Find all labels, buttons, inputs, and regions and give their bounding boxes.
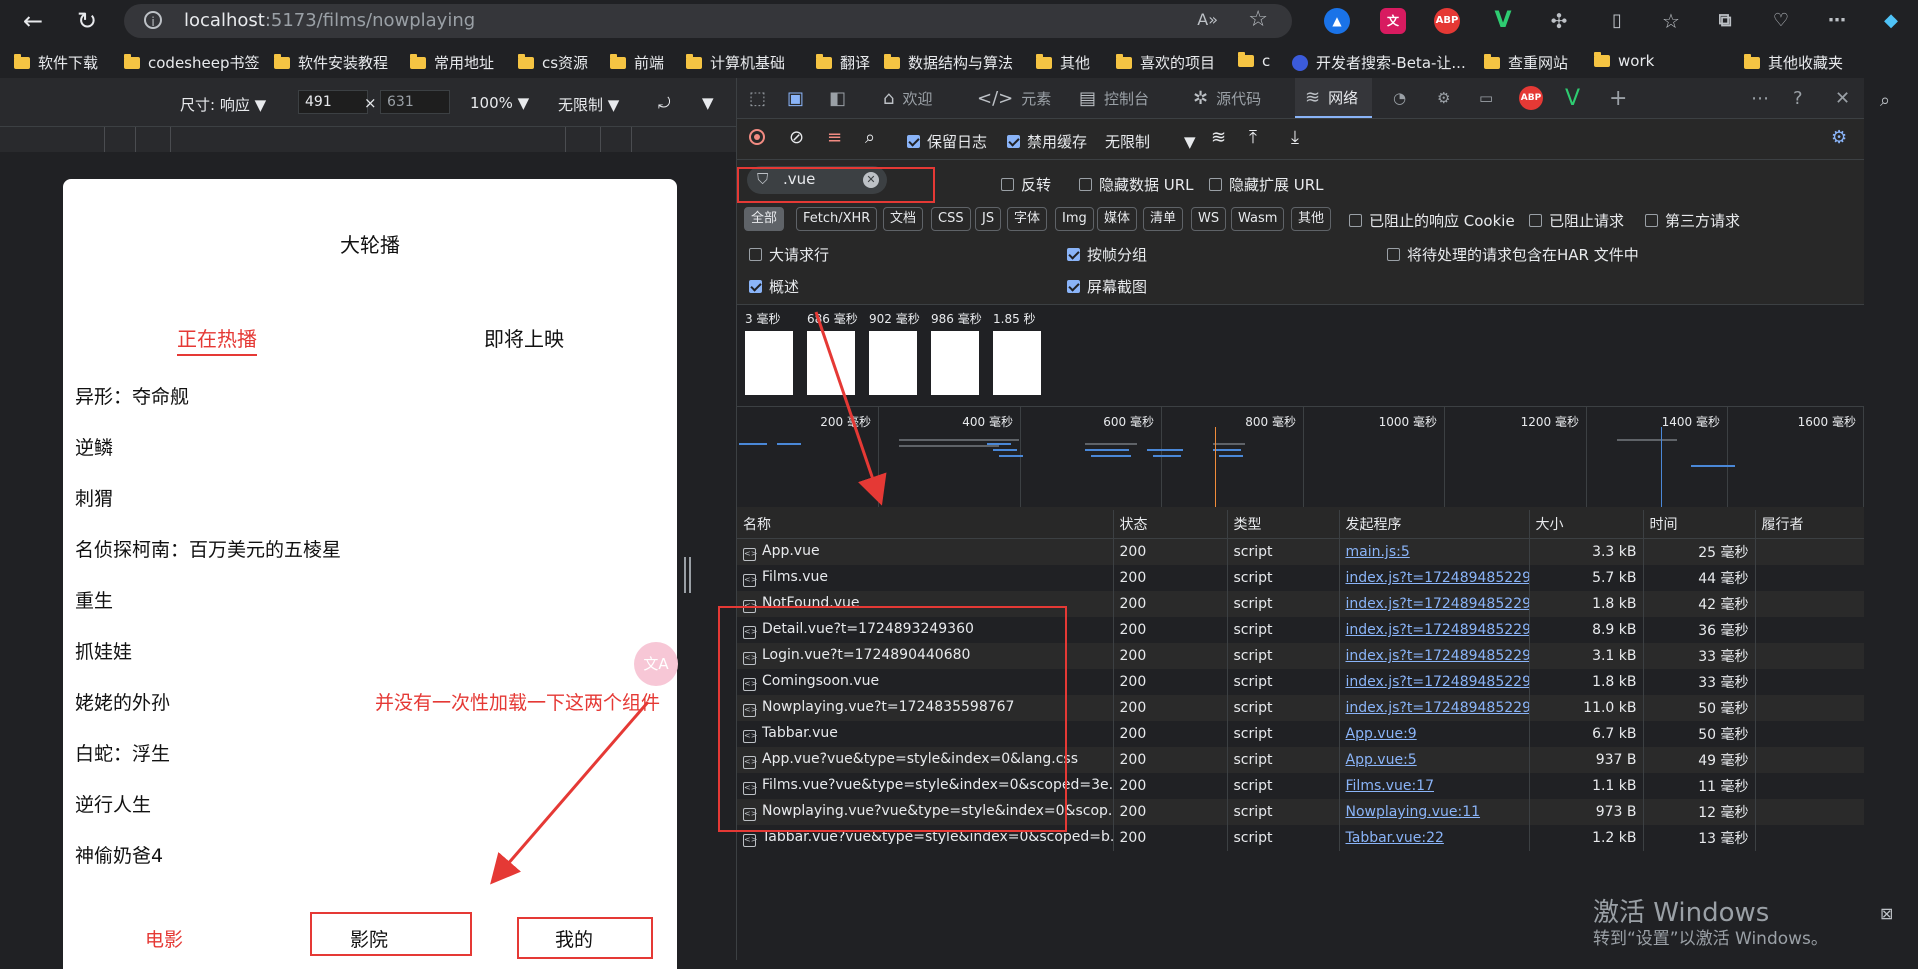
arrow-to-requests bbox=[814, 311, 887, 506]
annotation-arrows bbox=[490, 311, 887, 885]
arrow-to-tabbar bbox=[490, 701, 650, 885]
